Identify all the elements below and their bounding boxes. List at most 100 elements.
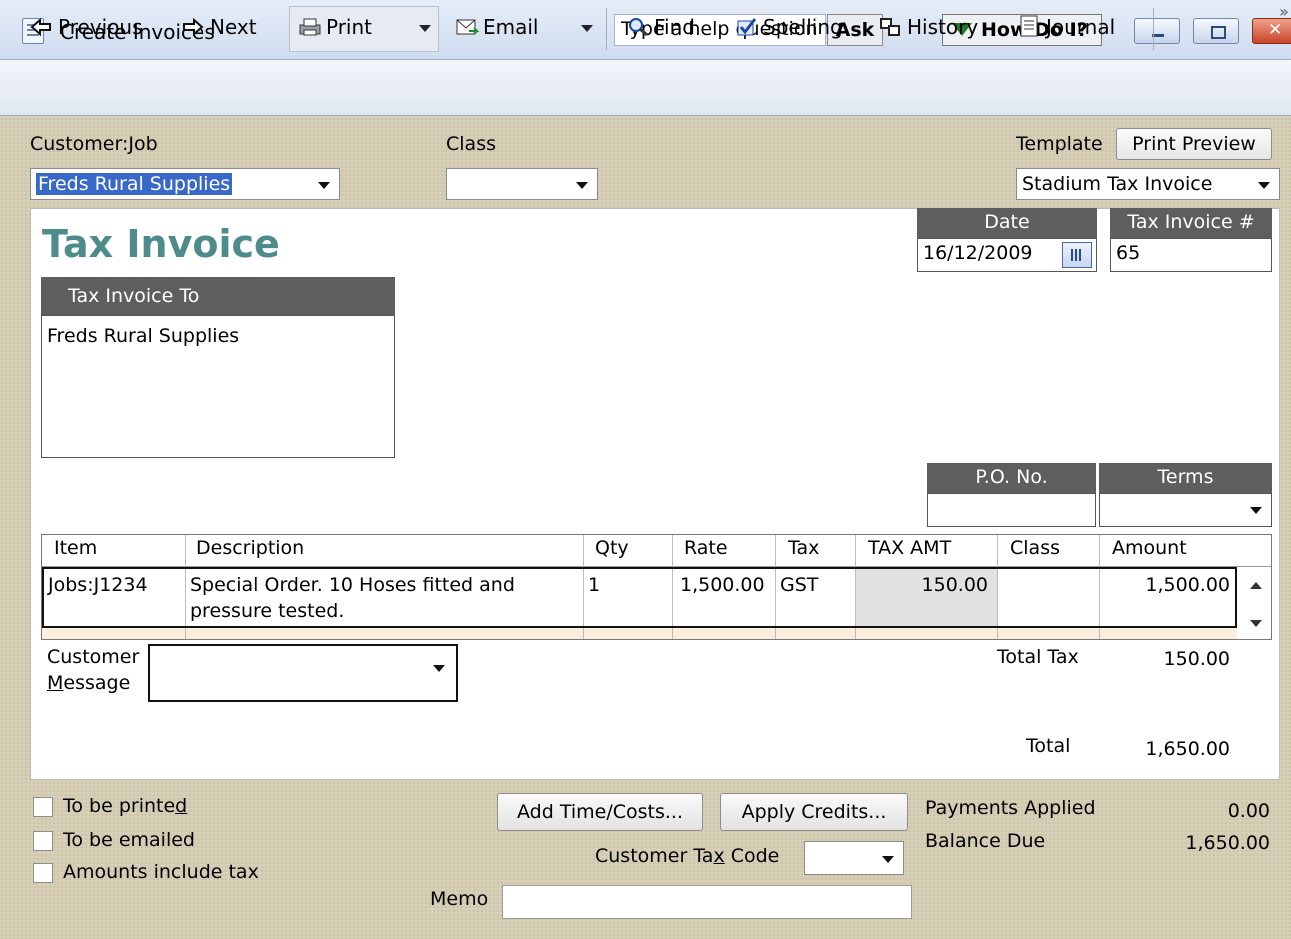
column-header-tax[interactable]: Tax <box>788 537 819 559</box>
to-be-emailed-checkbox[interactable] <box>33 831 53 851</box>
print-label: Print <box>326 15 373 39</box>
customer-message-label-line2: Message <box>47 672 131 694</box>
cell-description[interactable]: Special Order. 10 Hoses fitted and <box>190 574 515 596</box>
apply-credits-button[interactable]: Apply Credits... <box>720 793 908 831</box>
printer-icon <box>298 15 321 36</box>
template-value: Stadium Tax Invoice <box>1022 173 1213 195</box>
class-label: Class <box>446 133 496 155</box>
balance-due-label: Balance Due <box>925 830 1046 852</box>
history-icon <box>879 15 901 36</box>
po-number-field[interactable] <box>927 493 1096 527</box>
close-button[interactable] <box>1252 18 1291 44</box>
bill-to-header: Tax Invoice To <box>41 277 395 315</box>
chevron-down-icon[interactable] <box>426 654 452 680</box>
customer-message-combo[interactable] <box>148 644 458 702</box>
journal-icon <box>1018 15 1040 37</box>
po-number-header: P.O. No. <box>927 463 1096 493</box>
customer-job-label: Customer:Job <box>30 133 158 155</box>
toolbar <box>0 60 1291 116</box>
template-combo[interactable]: Stadium Tax Invoice <box>1016 168 1280 200</box>
column-header-description[interactable]: Description <box>196 537 304 559</box>
previous-label: Previous <box>58 15 143 39</box>
spelling-label: Spelling <box>763 15 843 39</box>
spelling-button[interactable]: Spelling <box>735 12 843 44</box>
cell-description-line2: pressure tested. <box>190 600 345 622</box>
column-header-amount[interactable]: Amount <box>1112 537 1187 559</box>
chevron-down-icon[interactable] <box>1243 496 1269 522</box>
customer-job-combo[interactable]: Freds Rural Supplies <box>30 168 340 200</box>
customer-message-label: Customer <box>47 646 140 668</box>
amounts-include-tax-label: Amounts include tax <box>63 861 259 883</box>
email-icon <box>455 15 480 35</box>
chevron-down-icon[interactable] <box>311 171 337 197</box>
cell-rate[interactable]: 1,500.00 <box>680 574 765 596</box>
total-tax-value: 150.00 <box>1163 648 1230 670</box>
next-button[interactable]: Next <box>182 12 257 44</box>
cell-amount[interactable]: 1,500.00 <box>1104 574 1230 596</box>
minimize-button[interactable] <box>1134 18 1180 44</box>
find-button[interactable]: Find <box>626 12 695 44</box>
column-header-class[interactable]: Class <box>1010 537 1060 559</box>
column-header-tax-amt[interactable]: TAX AMT <box>868 537 951 559</box>
column-header-qty[interactable]: Qty <box>595 537 629 559</box>
toolbar-overflow-chevron-icon[interactable]: » <box>1279 2 1289 21</box>
payments-applied-label: Payments Applied <box>925 797 1096 819</box>
journal-label: Journal <box>1046 15 1116 39</box>
to-be-printed-label: To be printed <box>63 795 188 817</box>
column-header-rate[interactable]: Rate <box>684 537 728 559</box>
total-value: 1,650.00 <box>1145 738 1230 760</box>
payments-applied-value: 0.00 <box>1227 800 1270 822</box>
to-be-printed-checkbox[interactable] <box>33 797 53 817</box>
to-be-emailed-label: To be emailed <box>63 829 195 851</box>
date-header: Date <box>917 208 1097 238</box>
calendar-icon[interactable] <box>1062 242 1092 268</box>
scroll-up-icon[interactable] <box>1250 582 1262 589</box>
class-combo[interactable] <box>446 168 598 200</box>
template-label: Template <box>1016 133 1103 155</box>
print-button[interactable]: Print <box>298 12 372 44</box>
cell-qty[interactable]: 1 <box>588 574 600 596</box>
scroll-down-icon[interactable] <box>1250 620 1262 627</box>
print-dropdown-arrow[interactable] <box>419 25 431 32</box>
next-arrow-icon <box>182 15 204 37</box>
date-value: 16/12/2009 <box>923 242 1033 264</box>
chevron-down-icon[interactable] <box>1251 171 1277 197</box>
bill-to-value: Freds Rural Supplies <box>47 325 240 347</box>
invoice-number-value: 65 <box>1116 242 1141 264</box>
total-label: Total <box>1026 735 1071 757</box>
previous-arrow-icon <box>30 15 52 37</box>
spelling-check-icon <box>735 15 757 36</box>
email-dropdown-arrow[interactable] <box>581 25 593 32</box>
cell-tax[interactable]: GST <box>780 574 818 596</box>
email-button[interactable]: Email <box>455 12 539 44</box>
table-row-empty[interactable] <box>42 628 1237 639</box>
customer-tax-code-combo[interactable] <box>804 841 904 875</box>
print-preview-button[interactable]: Print Preview <box>1116 128 1272 160</box>
journal-button[interactable]: Journal <box>1018 12 1115 44</box>
cell-item[interactable]: Jobs:J1234 <box>48 574 148 596</box>
previous-button[interactable]: Previous <box>30 12 143 44</box>
chevron-down-icon[interactable] <box>569 171 595 197</box>
maximize-button[interactable] <box>1193 18 1239 44</box>
terms-combo[interactable] <box>1099 493 1272 527</box>
balance-due-value: 1,650.00 <box>1185 832 1270 854</box>
history-button[interactable]: History <box>879 12 978 44</box>
customer-tax-code-label: Customer Tax Code <box>595 845 780 867</box>
total-tax-label: Total Tax <box>997 646 1079 668</box>
next-label: Next <box>210 15 257 39</box>
chevron-down-icon[interactable] <box>875 845 901 871</box>
column-header-item[interactable]: Item <box>54 537 97 559</box>
memo-input[interactable] <box>502 885 912 919</box>
cell-tax-amt: 150.00 <box>921 574 988 596</box>
customer-job-value: Freds Rural Supplies <box>36 173 233 195</box>
find-magnifier-icon <box>626 15 648 37</box>
find-label: Find <box>654 15 695 39</box>
terms-header: Terms <box>1099 463 1272 493</box>
email-label: Email <box>483 15 539 39</box>
amounts-include-tax-checkbox[interactable] <box>33 863 53 883</box>
invoice-title: Tax Invoice <box>42 222 280 266</box>
history-label: History <box>907 15 979 39</box>
add-time-costs-button[interactable]: Add Time/Costs... <box>497 793 703 831</box>
toolbar-separator <box>606 8 607 50</box>
toolbar-separator <box>1153 8 1154 50</box>
